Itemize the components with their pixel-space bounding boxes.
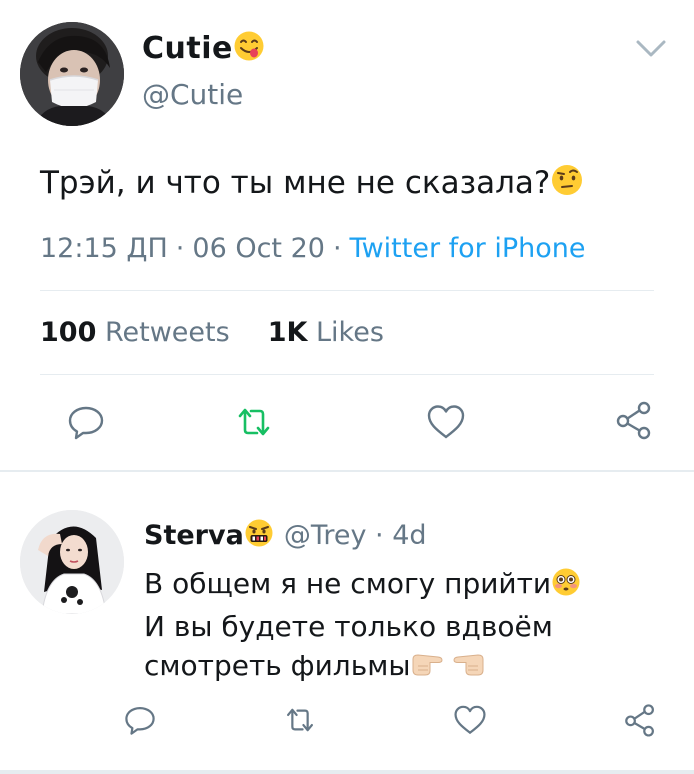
reply-line-2: И вы будете только вдвоём <box>144 610 553 643</box>
retweets-stat[interactable]: 100 Retweets <box>40 317 230 348</box>
heart-icon <box>427 405 465 439</box>
reply-reply-button[interactable] <box>120 700 160 740</box>
tweet-text-content: Трэй, и что ты мне не сказала? <box>40 165 551 201</box>
like-button[interactable] <box>424 400 468 444</box>
reply-line-3: смотреть фильмы <box>144 646 581 689</box>
retweet-button[interactable] <box>232 400 276 444</box>
author-name-text: Cutie <box>142 31 233 66</box>
share-button[interactable] <box>612 398 656 442</box>
tweet-source-link[interactable]: Twitter for iPhone <box>350 233 586 264</box>
heart-icon <box>454 705 486 734</box>
reply-meta: @Trey · 4d <box>284 520 427 551</box>
reply-line-1: В общем я не смогу прийти <box>144 564 581 607</box>
retweets-label: Retweets <box>104 317 230 348</box>
reply-age[interactable]: 4d <box>392 520 426 551</box>
meta-separator: · <box>332 233 342 264</box>
reply-author-name-text: Sterva <box>144 520 244 551</box>
flushed-face-emoji <box>551 567 581 607</box>
savoring-food-face-emoji <box>233 30 265 70</box>
reply-author-avatar[interactable] <box>20 510 124 614</box>
author-handle[interactable]: @Cutie <box>142 78 243 111</box>
reply-author-name[interactable]: Sterva <box>144 519 274 551</box>
comment-icon <box>125 706 155 735</box>
share-icon <box>616 401 651 440</box>
reply-like-button[interactable] <box>450 700 490 740</box>
pointing-fingers-emoji <box>410 649 486 689</box>
author-avatar[interactable] <box>20 22 124 126</box>
reply-line-1-text: В общем я не смогу прийти <box>144 567 552 600</box>
likes-stat[interactable]: 1K Likes <box>268 317 384 348</box>
divider <box>40 374 654 375</box>
share-icon <box>625 704 654 737</box>
tweet-date[interactable]: 06 Oct 20 <box>192 233 325 264</box>
author-name[interactable]: Cutie <box>142 30 265 70</box>
meta-separator: · <box>175 233 185 264</box>
reply-text: В общем я не смогу прийти И вы будете то… <box>144 564 581 689</box>
tweet-stats: 100 Retweets 1K Likes <box>40 314 384 352</box>
retweet-icon <box>238 408 270 436</box>
comment-icon <box>68 406 104 440</box>
tweet-meta: 12:15 ДП · 06 Oct 20 · Twitter for iPhone <box>40 230 585 268</box>
divider <box>40 290 654 291</box>
face-with-symbols-on-mouth-emoji <box>244 518 274 558</box>
reply-button[interactable] <box>64 400 108 444</box>
reply-separator: · <box>375 520 384 551</box>
likes-label: Likes <box>316 317 384 348</box>
chevron-down-icon[interactable] <box>634 36 668 62</box>
reply-line-3-text: смотреть фильмы <box>144 649 411 682</box>
likes-count: 1K <box>267 317 308 348</box>
reply-header: Sterva @Trey · 4d <box>144 518 427 558</box>
tweet-text: Трэй, и что ты мне не сказала? <box>40 162 584 208</box>
bottom-divider <box>0 770 694 774</box>
reply-share-button[interactable] <box>620 700 660 740</box>
reply-handle[interactable]: @Trey <box>284 520 367 551</box>
reply-retweet-button[interactable] <box>280 700 320 740</box>
reply-tweet[interactable]: Sterva @Trey · 4d В общем я не смогу при… <box>0 472 694 774</box>
main-tweet: Cutie @Cutie Трэй, и что ты мне не сказа… <box>0 0 694 470</box>
retweet-icon <box>286 708 314 732</box>
face-with-raised-eyebrow-emoji <box>550 163 584 208</box>
tweet-time[interactable]: 12:15 ДП <box>40 233 168 264</box>
retweets-count: 100 <box>40 317 97 348</box>
